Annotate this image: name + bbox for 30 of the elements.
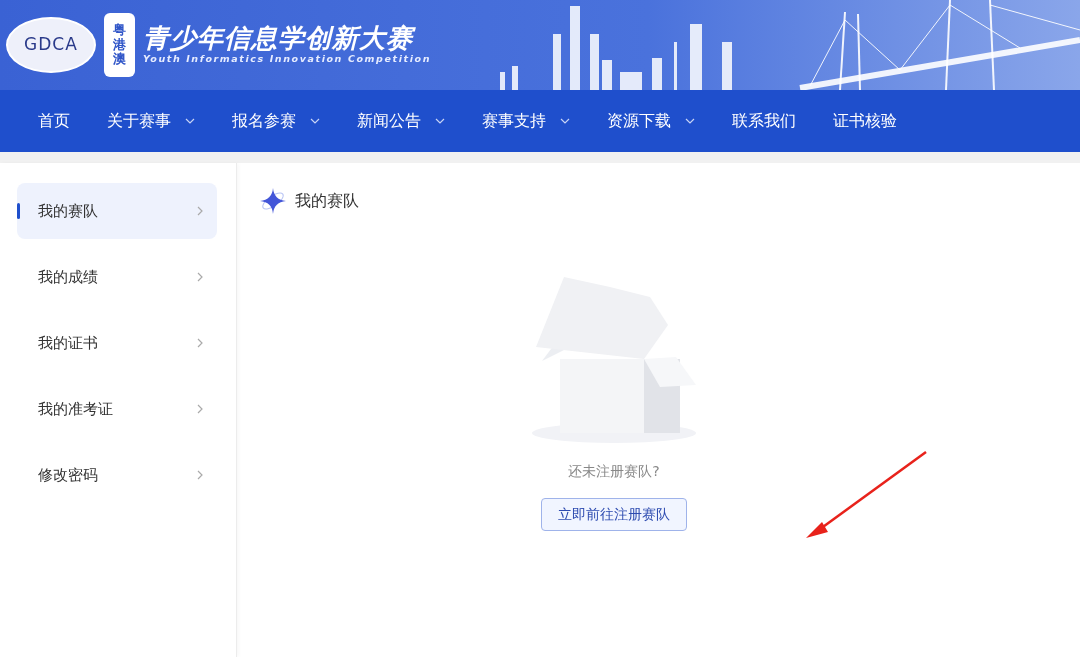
nav-item[interactable]: 证书核验: [833, 109, 897, 133]
sidebar-item[interactable]: 我的证书: [17, 315, 217, 371]
register-team-button[interactable]: 立即前往注册赛队: [541, 498, 687, 531]
nav-item[interactable]: 资源下载: [607, 109, 695, 133]
region-badge: 粤港澳: [104, 13, 135, 77]
nav-item[interactable]: 联系我们: [732, 109, 796, 133]
chevron-down-icon: [435, 118, 445, 124]
sidebar-item[interactable]: 我的准考证: [17, 381, 217, 437]
chevron-right-icon: [197, 470, 203, 480]
nav-item[interactable]: 报名参赛: [232, 109, 320, 133]
logo-emblem: GDCA: [6, 17, 96, 73]
chevron-right-icon: [197, 272, 203, 282]
chevron-down-icon: [560, 118, 570, 124]
sidebar-item[interactable]: 我的赛队: [17, 183, 217, 239]
nav-item[interactable]: 关于赛事: [107, 109, 195, 133]
nav-item[interactable]: 新闻公告: [357, 109, 445, 133]
chevron-down-icon: [310, 118, 320, 124]
nav-item[interactable]: 赛事支持: [482, 109, 570, 133]
sidebar-item[interactable]: 我的成绩: [17, 249, 217, 305]
chevron-down-icon: [185, 118, 195, 124]
chevron-down-icon: [685, 118, 695, 124]
site-title: 青少年信息学创新大赛: [143, 23, 431, 53]
nav-item[interactable]: 首页: [38, 109, 70, 133]
section-title: 我的赛队: [295, 190, 359, 212]
sidebar-item[interactable]: 修改密码: [17, 447, 217, 503]
site-subtitle: Youth Informatics Innovation Competition: [143, 52, 431, 67]
chevron-right-icon: [197, 404, 203, 414]
empty-message: 还未注册赛队?: [568, 462, 660, 481]
chevron-right-icon: [197, 206, 203, 216]
chevron-right-icon: [197, 338, 203, 348]
